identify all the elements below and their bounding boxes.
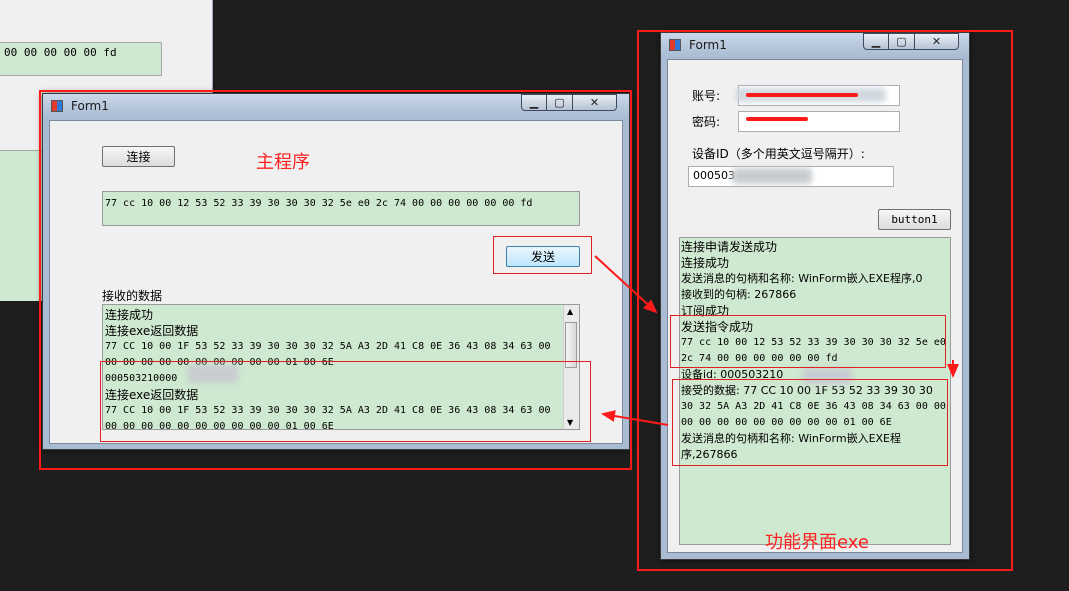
arrow-exe-to-main-icon — [601, 410, 669, 426]
annotation-arrows — [594, 255, 959, 426]
arrow-send-to-exe-icon — [594, 255, 658, 314]
